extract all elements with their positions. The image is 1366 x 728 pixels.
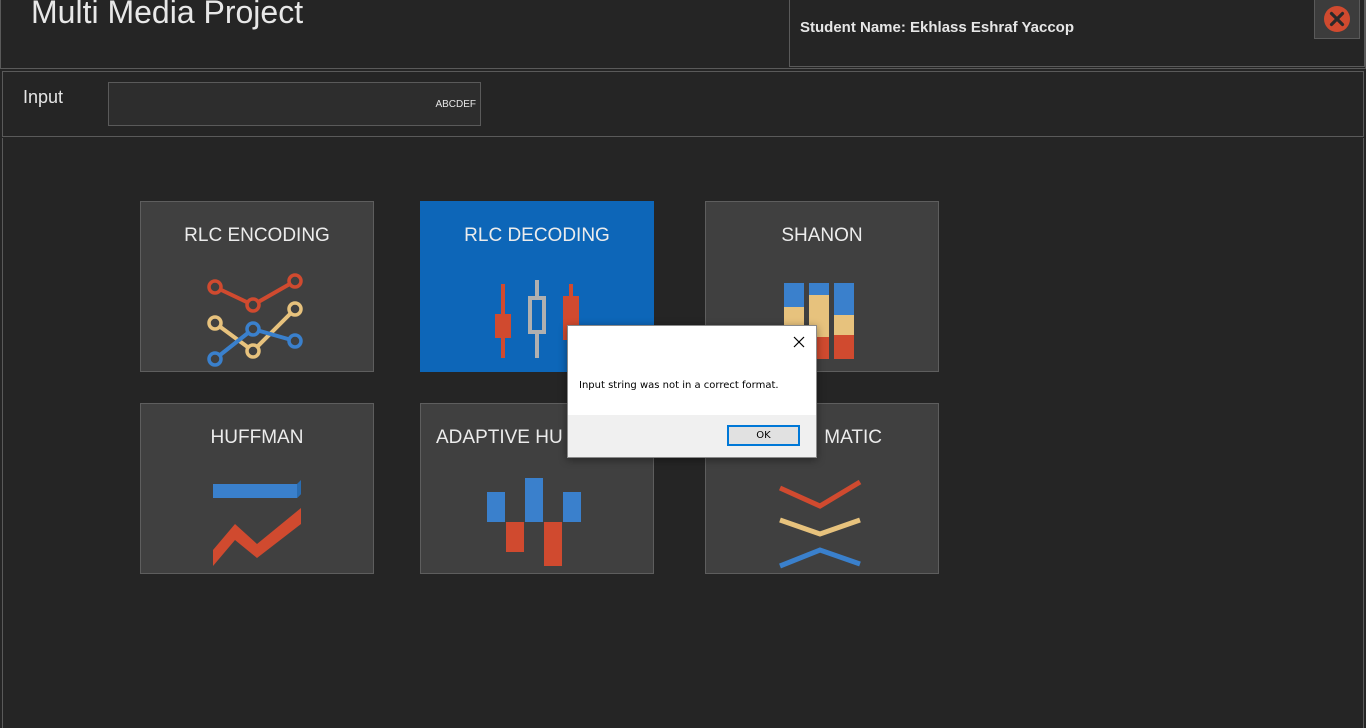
student-name: Ekhlass Eshraf Yaccop (910, 19, 1074, 36)
student-info: Student Name: Ekhlass Eshraf Yaccop (800, 19, 1074, 36)
dialog-message: Input string was not in a correct format… (579, 380, 779, 391)
header: Multi Media Project Student Name: Ekhlas… (0, 0, 1366, 69)
tile-label: RLC DECODING (464, 225, 610, 246)
input-label: Input (23, 87, 64, 107)
close-icon (793, 336, 805, 348)
ok-button[interactable]: OK (727, 425, 800, 446)
tile-label: SHANON (781, 225, 863, 246)
line-chart-icon (207, 273, 303, 367)
app-title: Multi Media Project (31, 0, 304, 30)
area-chart-icon (213, 480, 301, 566)
tile-label: RLC ENCODING (184, 225, 330, 246)
student-name-label: Student Name: (800, 19, 906, 36)
waterfall-chart-icon (487, 478, 581, 566)
dialog-footer: OK (568, 415, 816, 457)
app-window: Multi Media Project Student Name: Ekhlas… (0, 0, 1366, 728)
input-field[interactable] (108, 82, 481, 126)
tile-label: HUFFMAN (210, 427, 304, 448)
tile-huffman[interactable]: HUFFMAN (140, 403, 374, 574)
tile-rlc-encoding[interactable]: RLC ENCODING (140, 201, 374, 372)
student-info-box: Student Name: Ekhlass Eshraf Yaccop (789, 0, 1365, 67)
close-app-button[interactable] (1314, 0, 1360, 39)
error-dialog: Input string was not in a correct format… (567, 325, 817, 458)
close-circle-icon (1324, 6, 1350, 32)
dialog-close-button[interactable] (788, 332, 810, 352)
input-bar: Input (2, 71, 1364, 137)
chevron-lines-icon (778, 479, 862, 569)
